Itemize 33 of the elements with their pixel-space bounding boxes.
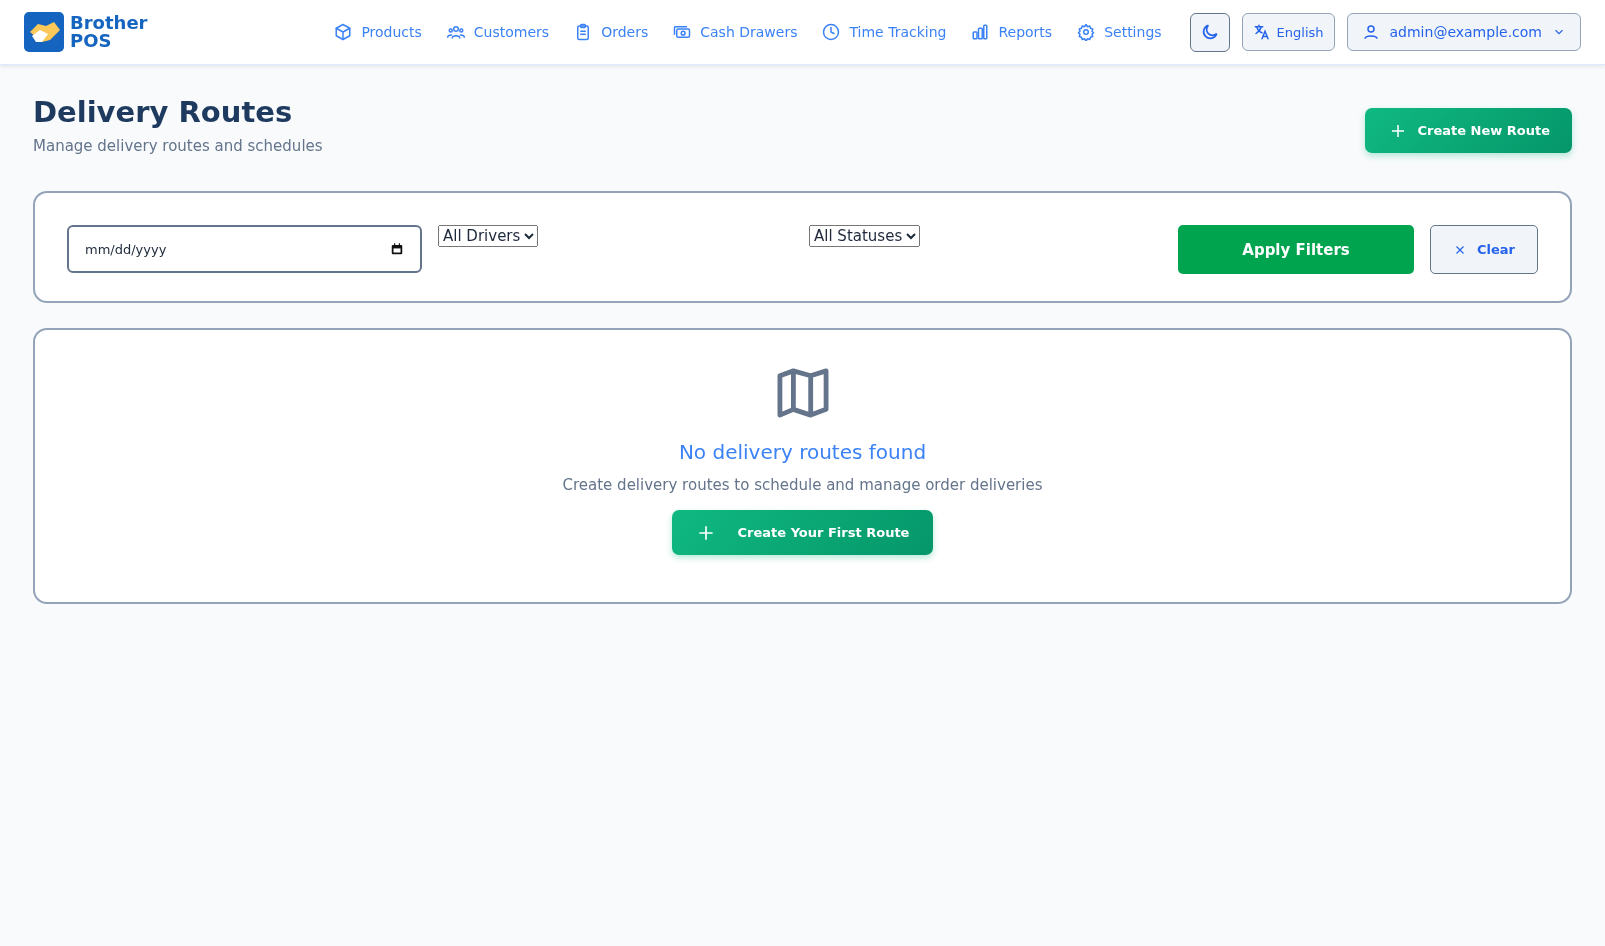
create-first-route-button[interactable]: Create Your First Route [671, 510, 934, 555]
clear-button[interactable]: Clear [1430, 225, 1538, 274]
dark-mode-button[interactable] [1189, 12, 1230, 52]
empty-message: Create delivery routes to schedule and manage order deliveries [562, 476, 1043, 494]
empty-title: No delivery routes found [678, 440, 927, 464]
brand-name: Brother [70, 14, 148, 32]
page-subtitle: Manage delivery routes and schedules [33, 137, 323, 155]
cube-icon [334, 23, 353, 41]
language-button[interactable]: English [1241, 13, 1335, 51]
brand-name: POS [70, 32, 113, 50]
user-icon [1361, 23, 1380, 41]
create-route-button[interactable]: Create New Route [1365, 108, 1572, 153]
translate-icon [1252, 23, 1271, 41]
users-icon [446, 23, 465, 41]
cash-icon [673, 23, 692, 41]
nav-link[interactable]: Products [334, 23, 422, 41]
user-menu-button[interactable]: admin@example.com [1346, 13, 1581, 51]
bar-chart-icon [971, 23, 990, 41]
status-select[interactable]: All Statuses [809, 225, 920, 247]
nav-link[interactable]: Cash Drawers [673, 23, 798, 41]
nav-link[interactable]: Orders [574, 23, 649, 41]
date-field[interactable]: mm/dd/yyyy [67, 225, 422, 273]
map-icon [775, 368, 830, 418]
apply-filters-button[interactable]: Apply Filters [1178, 225, 1414, 274]
driver-select[interactable]: All Drivers [438, 225, 538, 247]
nav-link[interactable]: Settings [1077, 23, 1162, 41]
calendar-icon [390, 242, 404, 256]
page-title: Delivery Routes [33, 95, 294, 129]
nav-link[interactable]: Time Tracking [822, 23, 947, 41]
settings-icon [1077, 23, 1096, 41]
nav-link[interactable]: Customers [446, 23, 550, 41]
clock-icon [822, 23, 841, 41]
nav-link[interactable]: Reports [971, 23, 1053, 41]
